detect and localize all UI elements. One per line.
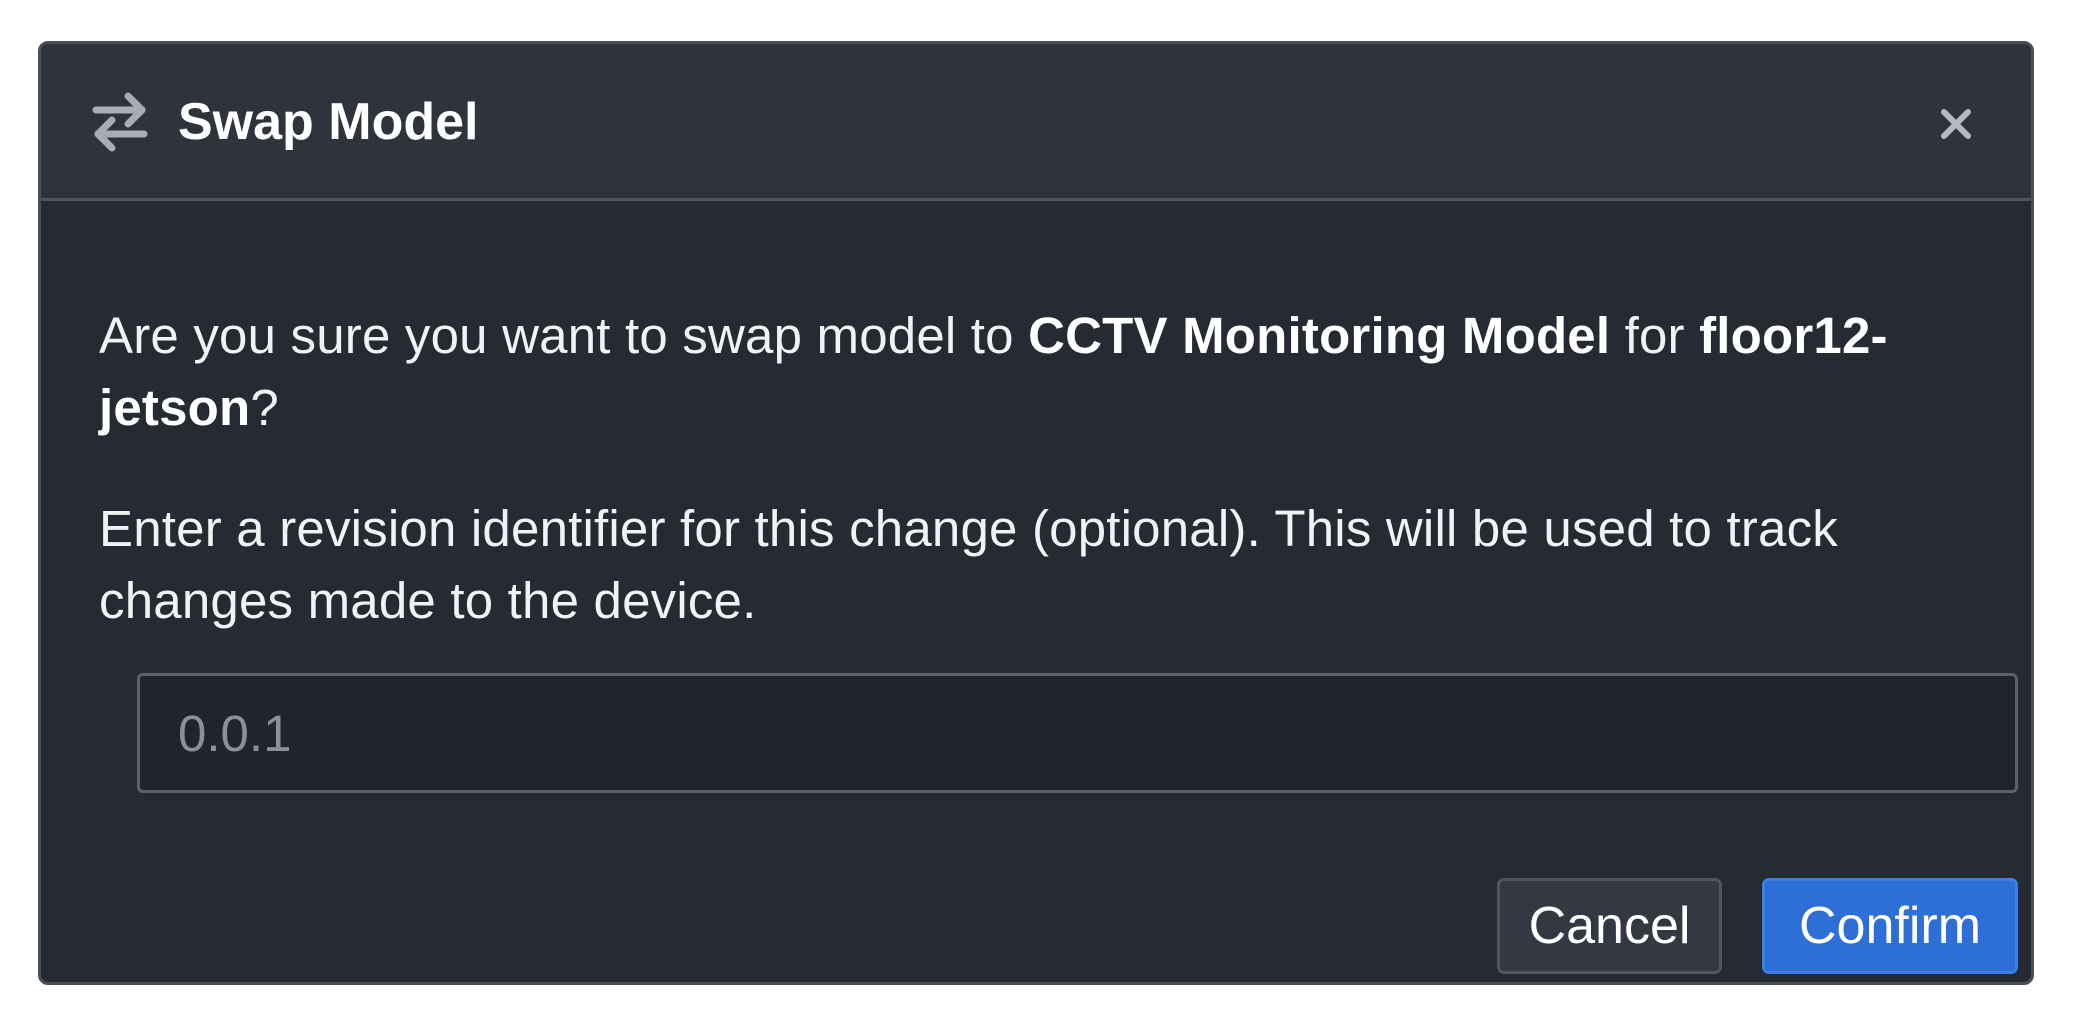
swap-arrows-icon [92,92,148,152]
revision-instructions: Enter a revision identifier for this cha… [99,500,1838,629]
confirmation-message: Are you sure you want to swap model to C… [99,300,1973,444]
dialog-title: Swap Model [178,93,479,151]
cancel-button[interactable]: Cancel [1497,878,1722,974]
close-icon[interactable] [1936,104,1976,144]
message-suffix: ? [250,379,279,436]
model-name: CCTV Monitoring Model [1028,307,1611,364]
dialog-header: Swap Model [41,44,2031,201]
revision-identifier-input[interactable] [137,673,2018,793]
message-prefix: Are you sure you want to swap model to [99,307,1029,364]
message-middle: for [1610,307,1700,364]
confirm-button[interactable]: Confirm [1762,878,2018,974]
swap-model-dialog: Swap Model Are you sure you want to swap… [38,41,2034,985]
